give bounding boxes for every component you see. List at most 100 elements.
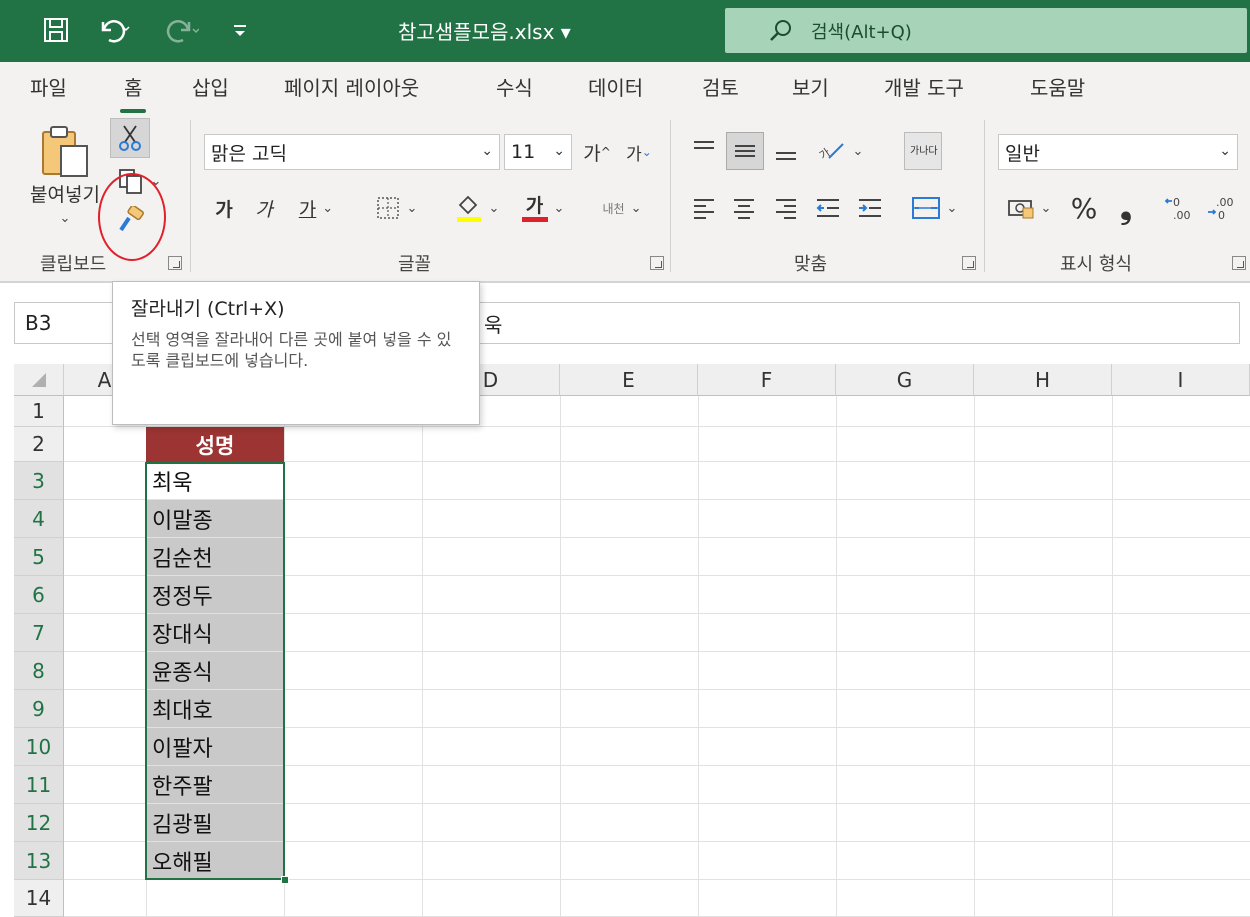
row-header-6[interactable]: 6 (14, 576, 64, 614)
column-header-h[interactable]: H (974, 364, 1112, 396)
shrink-font-label: 가 (626, 144, 642, 165)
name-header-cell[interactable]: 성명 (146, 427, 284, 462)
row-header-3[interactable]: 3 (14, 462, 64, 500)
bold-label: 가 (215, 198, 233, 221)
align-bottom-icon (776, 152, 796, 160)
row-header-12[interactable]: 12 (14, 804, 64, 842)
gridline-vertical (698, 396, 699, 917)
row-header-9[interactable]: 9 (14, 690, 64, 728)
percent-style-button[interactable]: % (1066, 188, 1102, 228)
name-cell[interactable]: 윤종식 (146, 652, 284, 689)
align-left-button[interactable] (686, 190, 722, 226)
column-header-g[interactable]: G (836, 364, 974, 396)
row-header-11[interactable]: 11 (14, 766, 64, 804)
tab-insert[interactable]: 삽입 (192, 72, 229, 101)
decrease-decimal-button[interactable]: .00 0 (1202, 190, 1238, 226)
align-bottom-button[interactable] (768, 132, 804, 170)
redo-icon[interactable] (156, 12, 208, 48)
increase-indent-icon (859, 199, 881, 217)
undo-icon[interactable] (88, 12, 140, 48)
font-color-button[interactable]: 가 ⌄ (514, 188, 572, 228)
number-format-dropdown[interactable]: 일반 ⌄ (998, 134, 1238, 170)
name-cell[interactable]: 김광필 (146, 804, 284, 841)
bold-button[interactable]: 가 (206, 190, 242, 226)
alignment-launcher-icon[interactable] (962, 256, 976, 270)
name-cell[interactable]: 최욱 (146, 462, 284, 499)
phonetic-button[interactable]: 내천 ⌄ (592, 188, 652, 228)
underline-label: 가 (298, 198, 317, 221)
row-header-2[interactable]: 2 (14, 427, 64, 462)
row-header-4[interactable]: 4 (14, 500, 64, 538)
wrap-text-button[interactable]: 가나다 (904, 132, 942, 170)
name-cell[interactable]: 이말종 (146, 500, 284, 537)
font-size-dropdown[interactable]: 11 ⌄ (504, 134, 572, 170)
paste-dropdown-icon[interactable]: ⌄ (60, 211, 71, 226)
row-header-10[interactable]: 10 (14, 728, 64, 766)
gridline-vertical (422, 396, 423, 917)
column-header-f[interactable]: F (698, 364, 836, 396)
font-launcher-icon[interactable] (650, 256, 664, 270)
orientation-button[interactable]: 가 ⌄ (812, 132, 868, 170)
tab-developer[interactable]: 개발 도구 (884, 72, 964, 101)
document-title[interactable]: 참고샘플모음.xlsx ▾ (398, 16, 571, 45)
align-center-button[interactable] (726, 190, 762, 226)
row-header-7[interactable]: 7 (14, 614, 64, 652)
name-cell[interactable]: 이팔자 (146, 728, 284, 765)
name-cell[interactable]: 김순천 (146, 538, 284, 575)
tab-review[interactable]: 검토 (702, 72, 739, 101)
copy-button[interactable]: ⌄ (112, 164, 166, 198)
borders-button[interactable]: ⌄ (366, 190, 426, 226)
name-cell[interactable]: 장대식 (146, 614, 284, 651)
row-header-14[interactable]: 14 (14, 880, 64, 917)
name-cell[interactable]: 최대호 (146, 690, 284, 727)
tab-home[interactable]: 홈 (119, 72, 147, 113)
tab-formulas[interactable]: 수식 (496, 72, 533, 101)
merge-center-button[interactable]: ⌄ (904, 190, 964, 226)
italic-button[interactable]: 가 (246, 190, 282, 226)
align-center-icon (734, 199, 754, 219)
increase-decimal-button[interactable]: 0.00 (1160, 190, 1196, 226)
tab-data[interactable]: 데이터 (588, 72, 643, 101)
tab-view[interactable]: 보기 (792, 72, 829, 101)
column-header-e[interactable]: E (560, 364, 698, 396)
tab-help[interactable]: 도움말 (1030, 72, 1085, 101)
clipboard-launcher-icon[interactable] (168, 256, 182, 270)
row-header-8[interactable]: 8 (14, 652, 64, 690)
row-header-5[interactable]: 5 (14, 538, 64, 576)
shrink-font-caret-icon: ⌄ (641, 145, 652, 159)
comma-style-button[interactable]: ❟ (1108, 188, 1144, 228)
shrink-font-button[interactable]: 가 ⌄ (622, 134, 656, 170)
customize-qat-icon[interactable] (226, 12, 254, 48)
search-box[interactable]: 검색(Alt+Q) (725, 8, 1247, 53)
fill-handle[interactable] (281, 876, 289, 884)
copy-dropdown-icon[interactable]: ⌄ (151, 174, 162, 189)
formula-input[interactable]: 욱 (470, 302, 1240, 344)
decrease-indent-button[interactable] (810, 190, 846, 226)
name-cell[interactable]: 정정두 (146, 576, 284, 613)
save-icon[interactable] (36, 12, 76, 48)
fill-color-button[interactable]: ⌄ (448, 188, 506, 228)
tab-page-layout[interactable]: 페이지 레이아웃 (284, 72, 419, 101)
row-header-1[interactable]: 1 (14, 396, 64, 427)
format-painter-icon (119, 206, 144, 232)
name-cell[interactable]: 오해필 (146, 842, 284, 879)
grow-font-button[interactable]: 가 ^ (580, 134, 614, 170)
align-middle-button[interactable] (726, 132, 764, 170)
underline-button[interactable]: 가 ⌄ (288, 190, 344, 226)
font-name-dropdown[interactable]: 맑은 고딕 ⌄ (204, 134, 500, 170)
format-painter-button[interactable] (112, 204, 148, 236)
align-top-button[interactable] (686, 132, 722, 168)
row-header-13[interactable]: 13 (14, 842, 64, 880)
name-cell[interactable]: 한주팔 (146, 766, 284, 803)
align-top-icon (694, 141, 714, 149)
cut-button[interactable] (110, 118, 150, 158)
accounting-format-button[interactable]: ⌄ (1000, 190, 1058, 226)
select-all-corner[interactable] (14, 364, 64, 396)
increase-indent-button[interactable] (852, 190, 888, 226)
number-launcher-icon[interactable] (1232, 256, 1246, 270)
paste-button[interactable]: 붙여넣기 ⌄ (22, 124, 108, 234)
column-header-i[interactable]: I (1112, 364, 1250, 396)
tab-file[interactable]: 파일 (30, 72, 67, 101)
align-right-button[interactable] (768, 190, 804, 226)
italic-label: 가 (255, 198, 273, 221)
